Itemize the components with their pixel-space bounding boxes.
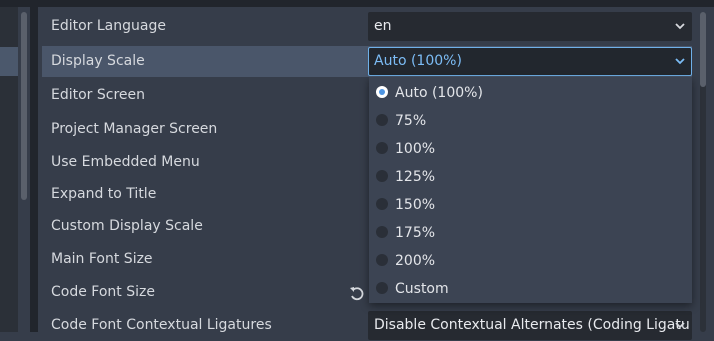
option-200[interactable]: 200% [369, 247, 692, 275]
option-auto-100[interactable]: Auto (100%) [369, 79, 692, 107]
radio-icon [376, 198, 388, 210]
sections-panel [0, 7, 18, 332]
setting-label: Code Font Contextual Ligatures [51, 317, 272, 333]
option-label: 175% [395, 225, 436, 241]
chevron-down-icon [675, 322, 685, 329]
setting-label: Expand to Title [51, 186, 157, 202]
setting-label: Display Scale [51, 53, 145, 69]
setting-label: Editor Language [51, 18, 166, 34]
option-label: Auto (100%) [395, 85, 483, 101]
option-label: Custom [395, 281, 449, 297]
radio-icon [376, 114, 388, 126]
revert-icon[interactable] [348, 284, 366, 302]
option-75[interactable]: 75% [369, 107, 692, 135]
option-label: 75% [395, 113, 427, 129]
setting-label: Code Font Size [51, 284, 155, 300]
radio-selected-icon [376, 86, 388, 98]
code-font-ligatures-value: Disable Contextual Alternates (Coding Li… [374, 317, 690, 333]
setting-label: Editor Screen [51, 87, 146, 103]
option-label: 200% [395, 253, 436, 269]
display-scale-dropdown[interactable]: Auto (100%) [368, 47, 692, 76]
display-scale-value: Auto (100%) [374, 53, 462, 69]
selected-section-item[interactable] [0, 47, 18, 76]
option-custom[interactable]: Custom [369, 275, 692, 303]
radio-icon [376, 254, 388, 266]
chevron-down-icon [675, 58, 685, 65]
option-125[interactable]: 125% [369, 163, 692, 191]
settings-scrollbar[interactable] [700, 12, 706, 332]
setting-label: Project Manager Screen [51, 121, 218, 137]
option-label: 150% [395, 197, 436, 213]
editor-language-value: en [374, 18, 392, 34]
radio-icon [376, 142, 388, 154]
option-150[interactable]: 150% [369, 191, 692, 219]
option-175[interactable]: 175% [369, 219, 692, 247]
setting-label: Main Font Size [51, 251, 153, 267]
code-font-ligatures-dropdown[interactable]: Disable Contextual Alternates (Coding Li… [368, 311, 692, 340]
option-label: 125% [395, 169, 436, 185]
radio-icon [376, 226, 388, 238]
editor-language-dropdown[interactable]: en [368, 12, 692, 41]
settings-scrollbar-thumb[interactable] [700, 12, 706, 87]
radio-icon [376, 170, 388, 182]
sections-scrollbar[interactable] [21, 12, 27, 200]
top-strip [0, 0, 714, 7]
chevron-down-icon [675, 23, 685, 30]
setting-label: Custom Display Scale [51, 218, 203, 234]
setting-label: Use Embedded Menu [51, 154, 200, 170]
option-100[interactable]: 100% [369, 135, 692, 163]
radio-icon [376, 282, 388, 294]
panel-divider[interactable] [30, 7, 38, 332]
option-label: 100% [395, 141, 436, 157]
display-scale-popup-menu: Auto (100%) 75% 100% 125% 150% 175% 200%… [369, 77, 692, 303]
